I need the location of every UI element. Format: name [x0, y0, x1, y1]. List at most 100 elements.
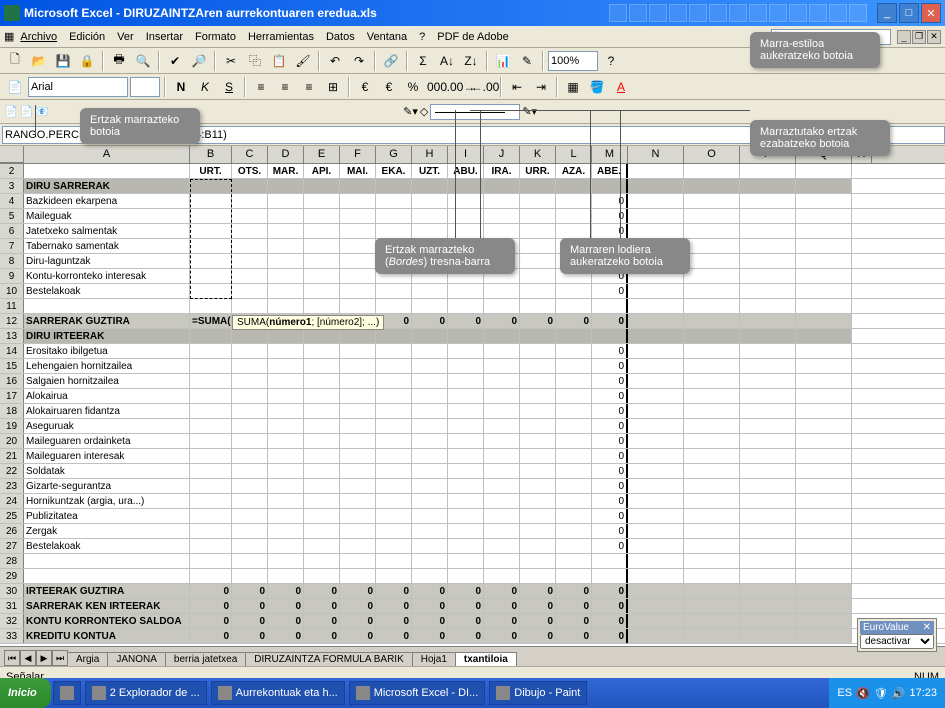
cell[interactable] [740, 299, 796, 313]
cell[interactable] [796, 464, 852, 478]
cell[interactable] [412, 524, 448, 538]
sheet-tab[interactable]: JANONA [107, 652, 166, 666]
system-tray[interactable]: ES 🔇 🛡 🔊 17:23 [829, 678, 945, 708]
cell[interactable] [232, 224, 268, 238]
cell[interactable] [740, 419, 796, 433]
cell[interactable] [190, 329, 232, 343]
cell[interactable] [412, 359, 448, 373]
cell[interactable]: 0 [592, 449, 628, 463]
cell[interactable] [340, 404, 376, 418]
qat-icon[interactable] [849, 4, 867, 22]
cell[interactable] [304, 254, 340, 268]
cell[interactable]: 0 [592, 464, 628, 478]
select-all-corner[interactable] [0, 146, 24, 163]
pdf-icon[interactable]: 📄 [4, 105, 18, 118]
cell[interactable] [796, 389, 852, 403]
cell[interactable] [340, 194, 376, 208]
col-header[interactable]: H [412, 146, 448, 163]
cell[interactable] [796, 164, 852, 178]
cell[interactable] [684, 239, 740, 253]
menu-ver[interactable]: Ver [111, 29, 140, 45]
cell[interactable] [556, 329, 592, 343]
cell[interactable] [268, 494, 304, 508]
pdf-icon[interactable]: 📄 [20, 105, 34, 118]
cell[interactable] [376, 329, 412, 343]
cell[interactable] [304, 434, 340, 448]
cell[interactable] [232, 539, 268, 553]
drawing-icon[interactable]: ✎ [516, 50, 538, 72]
row-header[interactable]: 8 [0, 254, 24, 268]
cell[interactable] [684, 524, 740, 538]
cell[interactable] [232, 479, 268, 493]
cell[interactable]: 0 [340, 614, 376, 628]
menu-formato[interactable]: Formato [189, 29, 242, 45]
cell[interactable] [484, 344, 520, 358]
cell[interactable] [448, 374, 484, 388]
cell[interactable] [796, 239, 852, 253]
row-header[interactable]: 26 [0, 524, 24, 538]
cell[interactable] [556, 509, 592, 523]
row-header[interactable]: 24 [0, 494, 24, 508]
cell[interactable] [628, 419, 684, 433]
cell[interactable] [796, 314, 852, 328]
cell[interactable] [376, 524, 412, 538]
cell[interactable] [304, 419, 340, 433]
cell[interactable] [448, 344, 484, 358]
cell[interactable] [556, 419, 592, 433]
cell[interactable]: 0 [268, 614, 304, 628]
merge-icon[interactable]: ⊞ [322, 76, 344, 98]
cell[interactable] [684, 329, 740, 343]
cell[interactable] [520, 254, 556, 268]
cell[interactable]: 0 [592, 314, 628, 328]
cell[interactable] [628, 479, 684, 493]
cell[interactable] [448, 389, 484, 403]
font-combo[interactable] [28, 77, 128, 97]
cell[interactable] [520, 194, 556, 208]
cell[interactable] [520, 479, 556, 493]
tab-nav-last[interactable]: ⏭ [52, 650, 68, 666]
cell[interactable] [268, 554, 304, 568]
cell[interactable] [484, 284, 520, 298]
cell[interactable] [304, 224, 340, 238]
cell[interactable]: Kontu-korronteko interesak [24, 269, 190, 283]
cell[interactable] [520, 464, 556, 478]
cell[interactable] [740, 554, 796, 568]
row-header[interactable]: 17 [0, 389, 24, 403]
cell[interactable] [304, 449, 340, 463]
cell[interactable] [520, 209, 556, 223]
cell[interactable] [684, 164, 740, 178]
cell[interactable]: 0 [340, 584, 376, 598]
col-header[interactable]: M [592, 146, 628, 163]
dec-indent-icon[interactable]: ⇤ [506, 76, 528, 98]
line-color-icon[interactable]: ✎▾ [522, 105, 537, 118]
doc-close-button[interactable]: ✕ [927, 30, 941, 44]
cell[interactable]: 0 [376, 599, 412, 613]
taskbar-button[interactable]: Aurrekontuak eta h... [211, 681, 345, 705]
cell[interactable] [304, 374, 340, 388]
cell[interactable]: =SUMA(B4:B11) [190, 314, 232, 328]
cell[interactable] [412, 299, 448, 313]
cell[interactable] [340, 389, 376, 403]
italic-icon[interactable]: K [194, 76, 216, 98]
cell[interactable] [412, 434, 448, 448]
cell[interactable] [268, 179, 304, 193]
cell[interactable] [684, 254, 740, 268]
row-header[interactable]: 7 [0, 239, 24, 253]
cell[interactable] [412, 404, 448, 418]
cell[interactable] [684, 569, 740, 583]
cell[interactable] [556, 284, 592, 298]
cell[interactable] [448, 569, 484, 583]
cell[interactable]: 0 [592, 284, 628, 298]
cell[interactable] [684, 314, 740, 328]
open-icon[interactable]: 📂 [28, 50, 50, 72]
cell[interactable] [304, 464, 340, 478]
cell[interactable] [190, 494, 232, 508]
cell[interactable]: 0 [376, 614, 412, 628]
cell[interactable]: 0 [448, 599, 484, 613]
menu-insertar[interactable]: Insertar [140, 29, 189, 45]
cell[interactable] [520, 509, 556, 523]
sheet-tab[interactable]: berria jatetxea [165, 652, 246, 666]
cell[interactable] [684, 344, 740, 358]
close-icon[interactable]: ✕ [923, 622, 931, 633]
cell[interactable] [556, 524, 592, 538]
